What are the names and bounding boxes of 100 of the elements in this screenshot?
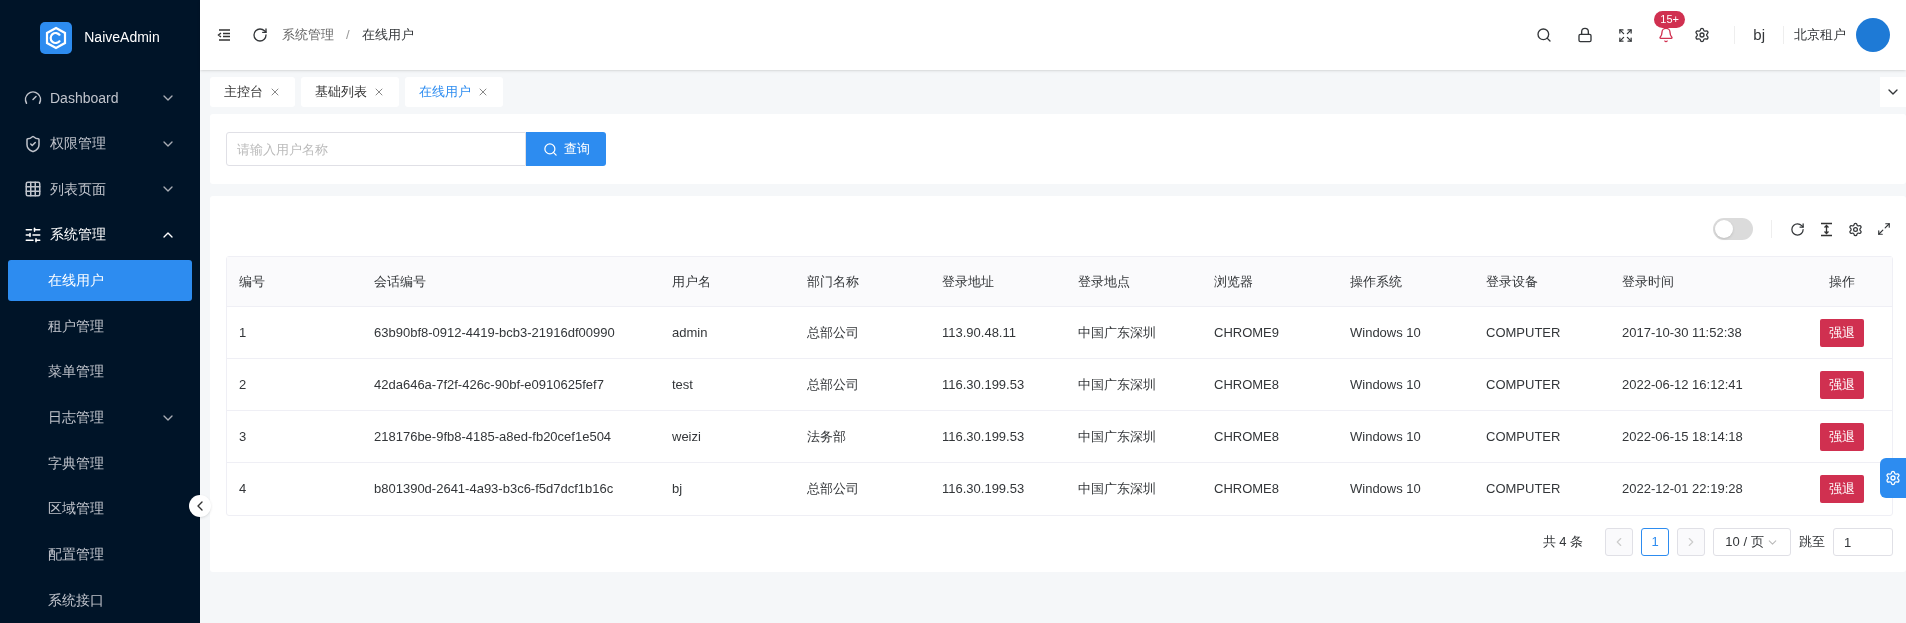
close-icon[interactable] bbox=[269, 86, 281, 98]
table-cell-text: COMPUTER bbox=[1485, 480, 1562, 499]
submenu-item[interactable]: 字典管理 bbox=[8, 442, 192, 484]
table-cell-text: admin bbox=[671, 323, 709, 342]
close-icon[interactable] bbox=[373, 86, 385, 98]
menu-item[interactable]: 权限管理 bbox=[8, 120, 192, 167]
submenu-item[interactable]: 租户管理 bbox=[8, 305, 192, 348]
refresh-icon[interactable] bbox=[1790, 221, 1805, 237]
column-header: 编号 bbox=[238, 272, 266, 291]
table-cell-text: 2017-10-30 11:52:38 bbox=[1621, 323, 1743, 342]
tenant-name[interactable]: 北京租户 bbox=[1794, 25, 1846, 45]
page-tab[interactable]: 主控台 bbox=[210, 77, 295, 107]
settings-icon[interactable] bbox=[1848, 221, 1863, 237]
settings-icon bbox=[1885, 470, 1901, 486]
force-logout-button[interactable]: 强退 bbox=[1820, 475, 1864, 503]
fullscreen-icon[interactable] bbox=[1877, 222, 1891, 236]
table-cell-text: 116.30.199.53 bbox=[941, 375, 1026, 394]
table-cell-text: 116.30.199.53 bbox=[941, 480, 1026, 499]
logo-icon bbox=[40, 21, 73, 54]
table-cell-text: 1 bbox=[238, 323, 248, 342]
table-cell-text: 总部公司 bbox=[806, 323, 860, 342]
column-header: 登录设备 bbox=[1485, 272, 1539, 291]
total-count: 共 4 条 bbox=[1542, 533, 1583, 552]
settings-icon[interactable] bbox=[1694, 27, 1711, 43]
jump-input[interactable]: 1 bbox=[1833, 528, 1893, 556]
table-cell-text: 2 bbox=[238, 375, 248, 394]
table-cell-text: 中国广东深圳 bbox=[1077, 480, 1157, 499]
breadcrumb-link[interactable]: 系统管理 bbox=[282, 25, 334, 45]
column-header: 操作系统 bbox=[1349, 272, 1403, 291]
menu-item[interactable]: 列表页面 bbox=[8, 166, 192, 213]
column-header: 登录地址 bbox=[941, 272, 995, 291]
shield-check-icon bbox=[24, 134, 42, 153]
breadcrumb-separator: / bbox=[346, 26, 350, 45]
column-header: 登录地点 bbox=[1077, 272, 1131, 291]
table-cell-text: b801390d-2641-4a93-b3c6-f5d7dcf1b16c bbox=[373, 480, 615, 499]
table-cell-text: Windows 10 bbox=[1349, 323, 1422, 342]
table-cell-text: 2022-06-15 18:14:18 bbox=[1621, 427, 1744, 446]
column-header: 登录时间 bbox=[1621, 272, 1675, 291]
floating-settings-button[interactable] bbox=[1880, 458, 1906, 498]
table-cell-text: COMPUTER bbox=[1485, 375, 1562, 394]
sliders-icon bbox=[24, 226, 42, 244]
table-cell-text: 113.90.48.11 bbox=[941, 323, 1017, 342]
menu-fold-icon[interactable] bbox=[216, 27, 232, 43]
search-icon[interactable] bbox=[1536, 27, 1553, 43]
breadcrumb-current: 在线用户 bbox=[361, 26, 414, 45]
submenu-item[interactable]: 配置管理 bbox=[8, 533, 192, 576]
table-cell-text: 总部公司 bbox=[806, 480, 860, 499]
table-cell-text: 218176be-9fb8-4185-a8ed-fb20cef1e504 bbox=[373, 427, 613, 446]
table-cell-text: 3 bbox=[238, 427, 248, 446]
column-header: 会话编号 bbox=[373, 272, 427, 291]
tabs-dropdown-button[interactable] bbox=[1880, 77, 1906, 107]
table-cell-text: 2022-06-12 16:12:41 bbox=[1621, 375, 1744, 394]
column-header: 浏览器 bbox=[1213, 272, 1254, 291]
submenu-item[interactable]: 菜单管理 bbox=[8, 351, 192, 393]
page-tab[interactable]: 在线用户 bbox=[405, 77, 503, 107]
table-cell-text: 2022-12-01 22:19:28 bbox=[1621, 480, 1744, 499]
user-name[interactable]: bj bbox=[1753, 23, 1765, 47]
table-cell-text: 4 bbox=[238, 480, 248, 499]
page-tab[interactable]: 基础列表 bbox=[301, 77, 399, 107]
table-cell-text: 中国广东深圳 bbox=[1077, 323, 1157, 342]
submenu-item[interactable]: 区域管理 bbox=[8, 488, 192, 530]
table-cell-text: 中国广东深圳 bbox=[1077, 375, 1157, 394]
table-cell-text: CHROME8 bbox=[1213, 427, 1280, 446]
submenu-item[interactable]: 系统接口 bbox=[8, 579, 192, 621]
table-cell-text: 中国广东深圳 bbox=[1077, 427, 1157, 446]
table-cell-text: CHROME8 bbox=[1213, 375, 1280, 394]
page-size-select[interactable]: 10 / 页 bbox=[1713, 528, 1791, 556]
username-input[interactable]: 请输入用户名称 bbox=[226, 132, 526, 166]
app-name: NaiveAdmin bbox=[84, 28, 160, 48]
refresh-icon[interactable] bbox=[252, 27, 268, 43]
column-height-icon[interactable] bbox=[1819, 221, 1834, 237]
table-cell-text: test bbox=[671, 375, 694, 394]
bell-icon[interactable] bbox=[1658, 27, 1675, 43]
notification-badge: 15+ bbox=[1654, 11, 1685, 28]
table-cell-text: bj bbox=[671, 480, 684, 499]
force-logout-button[interactable]: 强退 bbox=[1820, 422, 1864, 451]
table-cell-text: CHROME9 bbox=[1213, 323, 1280, 342]
grid-icon bbox=[24, 180, 42, 199]
submenu-item[interactable]: 日志管理 bbox=[8, 396, 192, 439]
table-cell-text: 法务部 bbox=[806, 427, 847, 446]
table-cell-text: 116.30.199.53 bbox=[941, 427, 1026, 446]
search-icon bbox=[542, 141, 558, 157]
table-cell-text: Windows 10 bbox=[1349, 480, 1422, 499]
jump-label: 跳至 bbox=[1799, 533, 1825, 552]
table-cell-text: 42da646a-7f2f-426c-90bf-e0910625fef7 bbox=[373, 375, 605, 394]
lock-icon[interactable] bbox=[1577, 27, 1594, 43]
avatar[interactable] bbox=[1856, 18, 1890, 52]
column-header: 部门名称 bbox=[806, 272, 860, 291]
page-button[interactable]: 1 bbox=[1641, 528, 1669, 556]
toggle-switch[interactable] bbox=[1713, 218, 1753, 240]
menu-item[interactable]: 系统管理 bbox=[8, 212, 192, 258]
force-logout-button[interactable]: 强退 bbox=[1820, 318, 1864, 347]
close-icon[interactable] bbox=[477, 86, 489, 98]
table-cell-text: COMPUTER bbox=[1485, 323, 1562, 342]
force-logout-button[interactable]: 强退 bbox=[1820, 370, 1864, 399]
menu-item[interactable]: Dashboard bbox=[8, 75, 192, 121]
fullscreen-icon[interactable] bbox=[1618, 27, 1634, 43]
table-cell-text: 63b90bf8-0912-4419-bcb3-21916df00990 bbox=[373, 323, 616, 342]
table-cell-text: COMPUTER bbox=[1485, 427, 1562, 446]
collapse-sidebar-button[interactable] bbox=[189, 495, 211, 517]
